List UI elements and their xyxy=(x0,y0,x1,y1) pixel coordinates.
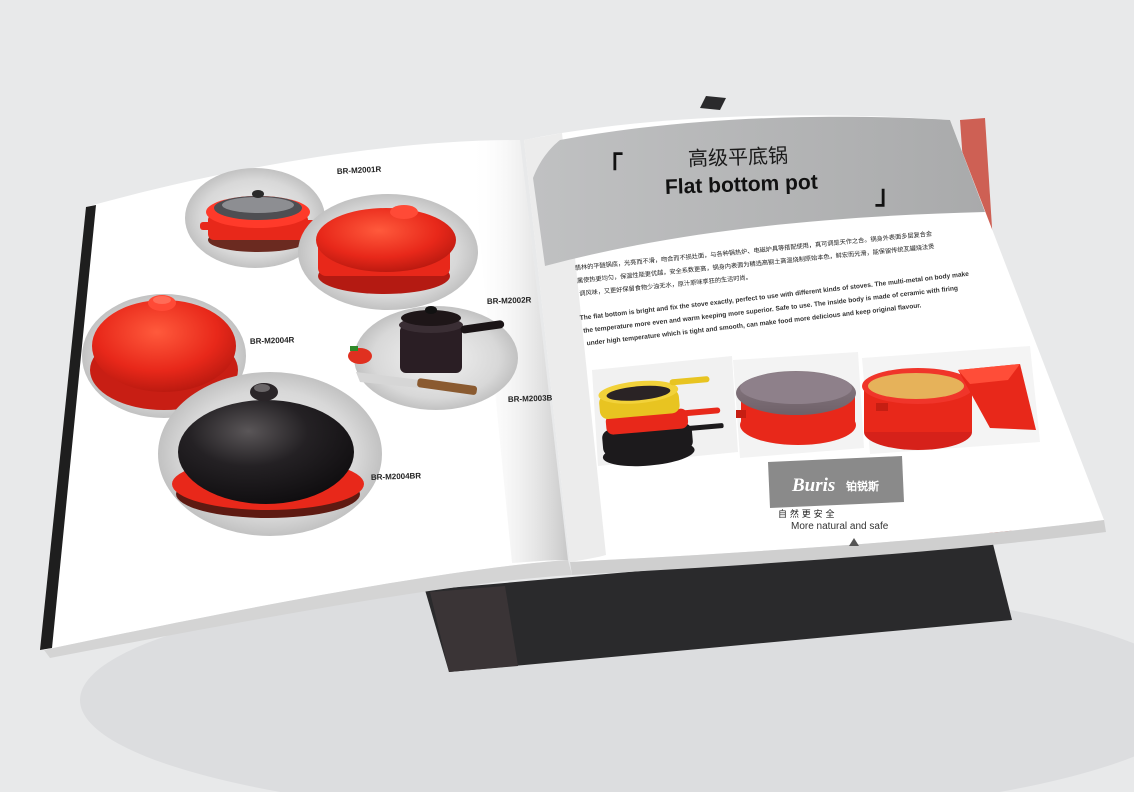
brand-slogan-en: More natural and safe xyxy=(791,521,889,532)
brand-logo: Buris 铂锐斯 xyxy=(768,456,904,508)
catalog-photo: 「 高级平底锅 Flat bottom pot 」 翡林的平醚锅底，光亮而不滑，… xyxy=(0,0,1134,792)
product-photo-red-casserole xyxy=(862,346,1040,454)
product-br-m2004br xyxy=(158,372,382,536)
brand-logo-en: Buris xyxy=(791,475,835,496)
product-photo-felt-pot xyxy=(733,352,864,458)
header-title-cn: 高级平底锅 xyxy=(688,143,789,170)
product-code-br-m2002r: BR-M2002R xyxy=(487,295,532,306)
header-bracket-close: 」 xyxy=(875,181,901,211)
product-code-br-m2004r: BR-M2004R xyxy=(250,335,295,346)
header-bracket-open: 「 xyxy=(597,151,623,182)
product-code-br-m2003b: BR-M2003B xyxy=(508,393,553,404)
brand-slogan-cn: 自 然 更 安 全 xyxy=(778,508,834,520)
product-photo-stacked-pans xyxy=(592,356,738,467)
brand-logo-cn: 铂锐斯 xyxy=(846,479,879,493)
product-code-br-m2004br: BR-M2004BR xyxy=(371,471,422,482)
product-br-m2002r xyxy=(298,194,478,310)
